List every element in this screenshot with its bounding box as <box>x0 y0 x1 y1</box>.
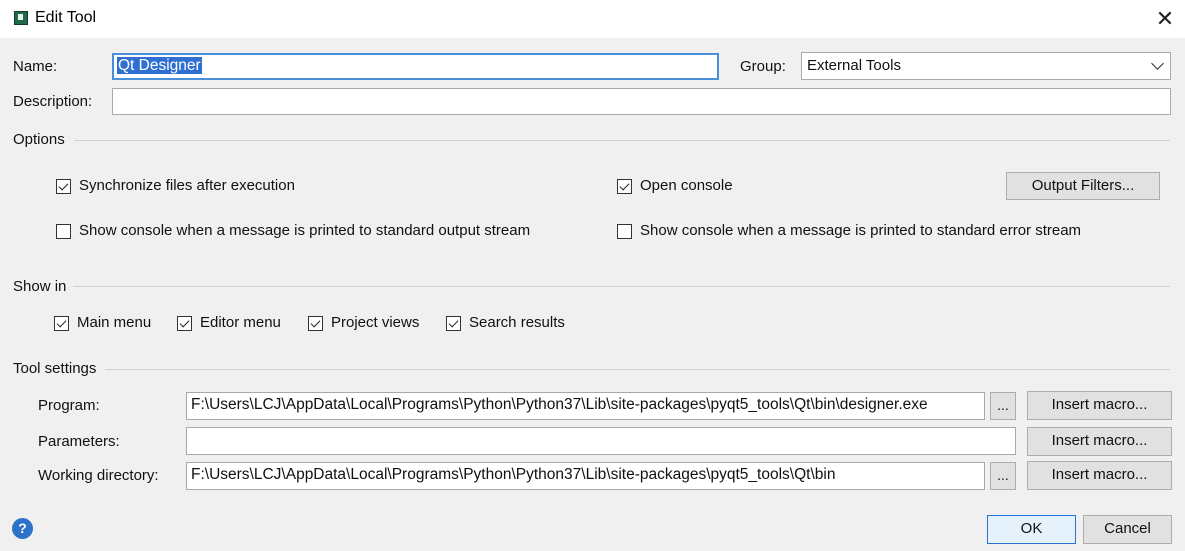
project-views-label: Project views <box>331 314 420 331</box>
name-input-value: Qt Designer <box>117 57 202 74</box>
app-icon <box>14 11 28 25</box>
program-input[interactable]: F:\Users\LCJ\AppData\Local\Programs\Pyth… <box>186 392 985 420</box>
tool-settings-divider <box>105 369 1170 370</box>
name-label: Name: <box>13 58 58 75</box>
close-icon[interactable]: ✕ <box>1150 4 1180 34</box>
project-views-checkbox[interactable] <box>308 316 323 331</box>
sync-files-checkbox[interactable] <box>56 179 71 194</box>
working-directory-browse-button[interactable]: ... <box>990 462 1016 490</box>
cancel-button[interactable]: Cancel <box>1083 515 1172 544</box>
tool-settings-heading: Tool settings <box>13 360 97 377</box>
show-in-heading: Show in <box>13 278 67 295</box>
help-icon[interactable]: ? <box>12 518 33 539</box>
main-menu-label: Main menu <box>77 314 152 331</box>
search-results-checkbox[interactable] <box>446 316 461 331</box>
parameters-label: Parameters: <box>38 433 120 450</box>
group-select-value: External Tools <box>807 57 901 74</box>
description-input[interactable] <box>112 88 1171 115</box>
main-menu-checkbox[interactable] <box>54 316 69 331</box>
group-label: Group: <box>740 58 786 75</box>
program-browse-button[interactable]: ... <box>990 392 1016 420</box>
options-heading: Options <box>13 131 65 148</box>
editor-menu-label: Editor menu <box>200 314 281 331</box>
show-in-divider <box>73 286 1170 287</box>
window-title: Edit Tool <box>35 9 97 26</box>
sync-files-label: Synchronize files after execution <box>79 177 295 194</box>
search-results-label: Search results <box>469 314 565 331</box>
program-label: Program: <box>38 397 100 414</box>
open-console-label: Open console <box>640 177 733 194</box>
editor-menu-checkbox[interactable] <box>177 316 192 331</box>
show-console-stderr-checkbox[interactable] <box>617 224 632 239</box>
options-divider <box>74 140 1170 141</box>
program-insert-macro-button[interactable]: Insert macro... <box>1027 391 1172 420</box>
ok-button[interactable]: OK <box>987 515 1076 544</box>
working-directory-input[interactable]: F:\Users\LCJ\AppData\Local\Programs\Pyth… <box>186 462 985 490</box>
chevron-down-icon <box>1151 57 1164 70</box>
parameters-input[interactable] <box>186 427 1016 455</box>
open-console-checkbox[interactable] <box>617 179 632 194</box>
show-console-stderr-label: Show console when a message is printed t… <box>640 222 1082 239</box>
description-label: Description: <box>13 93 93 110</box>
working-directory-insert-macro-button[interactable]: Insert macro... <box>1027 461 1172 490</box>
group-select[interactable]: External Tools <box>801 52 1171 80</box>
name-input[interactable]: Qt Designer <box>112 53 719 80</box>
show-console-stdout-checkbox[interactable] <box>56 224 71 239</box>
working-directory-label: Working directory: <box>38 467 159 484</box>
output-filters-button[interactable]: Output Filters... <box>1006 172 1160 200</box>
title-bar <box>0 0 1185 38</box>
parameters-insert-macro-button[interactable]: Insert macro... <box>1027 427 1172 456</box>
show-console-stdout-label: Show console when a message is printed t… <box>79 222 531 239</box>
